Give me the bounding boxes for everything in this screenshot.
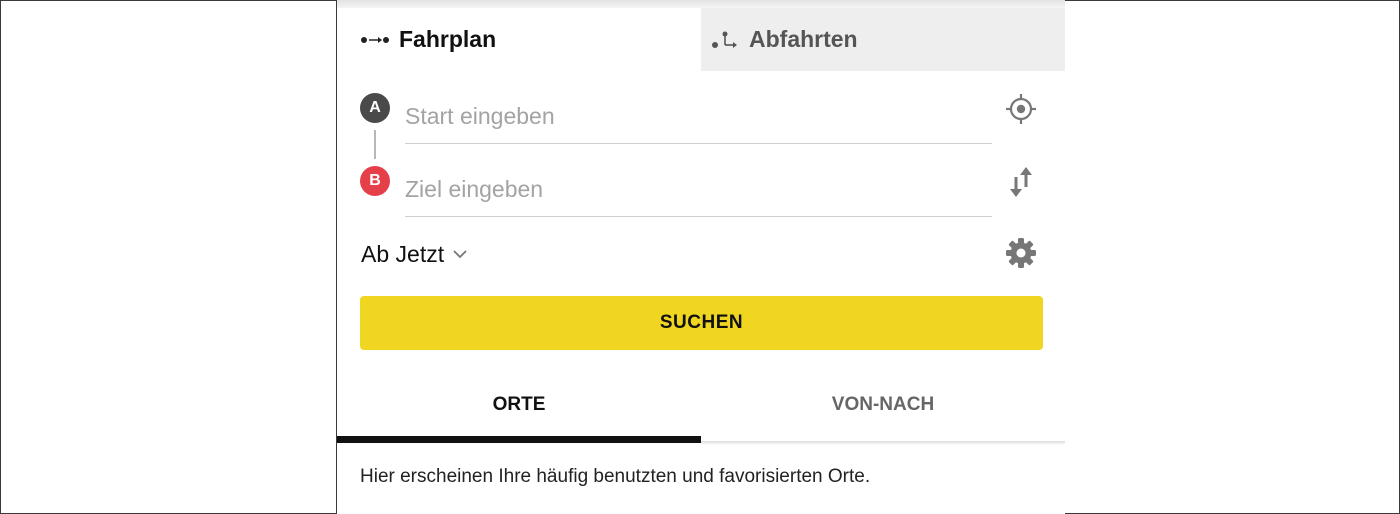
locate-icon[interactable] xyxy=(1003,91,1039,127)
tab-abfahrten[interactable]: Abfahrten xyxy=(701,8,1065,71)
search-button[interactable]: SUCHEN xyxy=(360,296,1043,350)
destination-badge: B xyxy=(360,166,390,196)
departure-time-dropdown[interactable]: Ab Jetzt xyxy=(361,236,468,272)
tab-shadow xyxy=(701,441,1065,445)
empty-state-text: Hier erscheinen Ihre häufig benutzten un… xyxy=(360,466,871,487)
swap-icon[interactable] xyxy=(1003,164,1039,200)
tab-fahrplan-label: Fahrplan xyxy=(399,26,497,52)
departure-time-label: Ab Jetzt xyxy=(361,240,445,267)
tab-orte[interactable]: ORTE xyxy=(337,374,701,436)
start-badge: A xyxy=(360,93,390,123)
destination-input[interactable] xyxy=(405,162,992,217)
route-icon xyxy=(361,33,389,47)
trip-planner-panel: Fahrplan Abfahrten A B Start eingeben Zi… xyxy=(337,0,1065,514)
chevron-down-icon xyxy=(452,249,468,259)
route-connector-line xyxy=(374,130,376,159)
start-input[interactable] xyxy=(405,89,992,144)
tab-von-nach[interactable]: VON-NACH xyxy=(701,374,1065,436)
departures-icon xyxy=(711,28,739,52)
tab-fahrplan[interactable]: Fahrplan xyxy=(337,8,701,71)
active-tab-indicator xyxy=(337,436,701,443)
gear-icon[interactable] xyxy=(1003,235,1039,271)
tab-abfahrten-label: Abfahrten xyxy=(749,26,858,52)
